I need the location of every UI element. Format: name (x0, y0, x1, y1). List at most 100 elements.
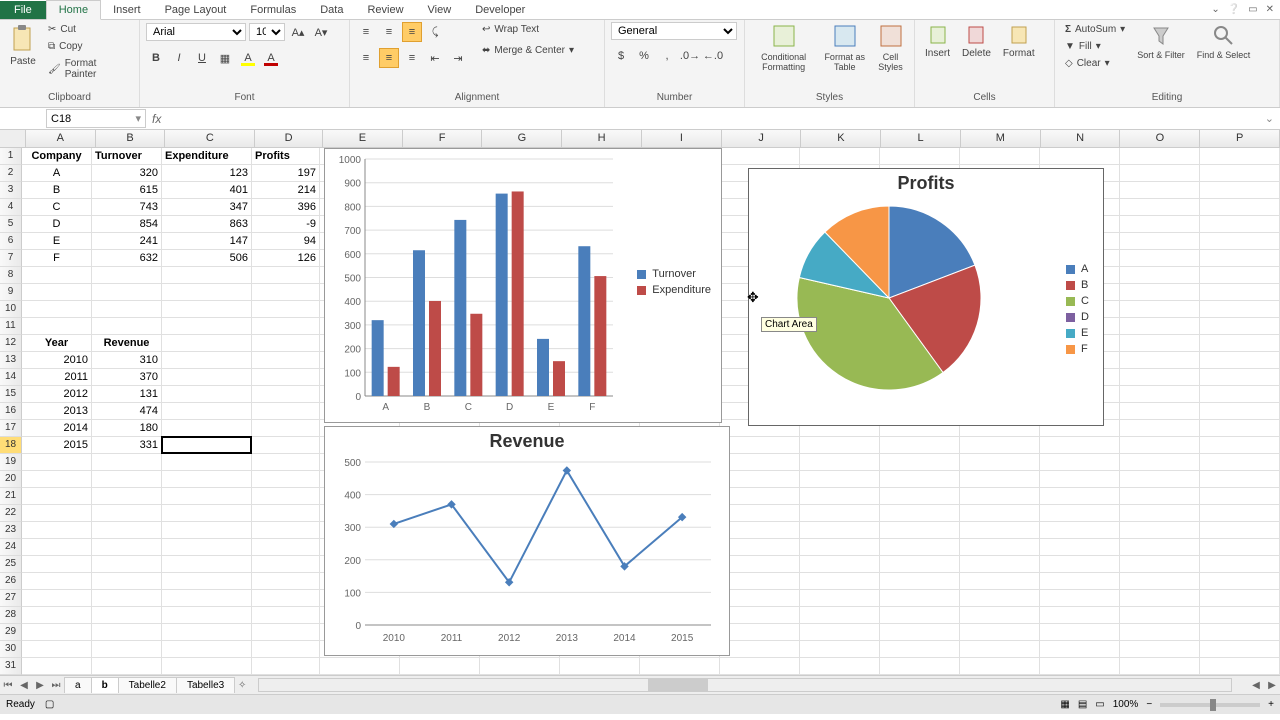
cell[interactable] (252, 505, 320, 522)
cell[interactable]: 632 (92, 250, 162, 267)
cell[interactable] (22, 471, 92, 488)
cell[interactable] (1200, 437, 1280, 454)
tab-page-layout[interactable]: Page Layout (153, 1, 239, 19)
cell[interactable]: B (22, 182, 92, 199)
cell[interactable] (22, 522, 92, 539)
cell[interactable] (720, 573, 800, 590)
cell[interactable] (162, 641, 252, 658)
cell[interactable] (1200, 539, 1280, 556)
cell[interactable] (1120, 403, 1200, 420)
cell[interactable] (92, 505, 162, 522)
cell[interactable] (960, 539, 1040, 556)
column-header[interactable]: N (1041, 130, 1121, 147)
cell[interactable] (1040, 505, 1120, 522)
column-header[interactable]: E (323, 130, 403, 147)
cell[interactable] (1120, 148, 1200, 165)
view-normal-icon[interactable]: ▦ (1060, 699, 1069, 710)
cell[interactable] (1040, 573, 1120, 590)
cell[interactable] (92, 267, 162, 284)
column-header[interactable]: P (1200, 130, 1280, 147)
cell[interactable] (960, 641, 1040, 658)
select-all-corner[interactable] (0, 130, 26, 147)
format-cells-button[interactable]: Format (999, 22, 1039, 61)
cell[interactable] (252, 454, 320, 471)
cell[interactable] (720, 454, 800, 471)
cell[interactable] (1120, 454, 1200, 471)
merge-center-button[interactable]: ⬌Merge & Center ▾ (478, 43, 578, 58)
cell[interactable] (1200, 641, 1280, 658)
cell[interactable] (880, 590, 960, 607)
name-box[interactable]: C18▾ (46, 109, 146, 128)
shrink-font-icon[interactable]: A▾ (311, 22, 331, 42)
cell[interactable] (880, 471, 960, 488)
cell[interactable] (880, 624, 960, 641)
cell[interactable] (960, 148, 1040, 165)
cell[interactable]: F (22, 250, 92, 267)
cell[interactable] (1200, 658, 1280, 675)
column-header[interactable]: O (1120, 130, 1200, 147)
cell[interactable] (1120, 607, 1200, 624)
cell[interactable] (92, 573, 162, 590)
window-close-icon[interactable]: ✕ (1266, 4, 1274, 15)
row-header[interactable]: 30 (0, 641, 22, 658)
format-painter-button[interactable]: 🖌Format Painter (44, 56, 133, 82)
cell[interactable] (880, 539, 960, 556)
cell[interactable] (1120, 590, 1200, 607)
sheet-tab[interactable]: b (91, 677, 119, 693)
row-header[interactable]: 31 (0, 658, 22, 675)
cell[interactable] (162, 403, 252, 420)
sheet-nav-first-icon[interactable]: ⏮ (0, 680, 16, 691)
cell[interactable]: 241 (92, 233, 162, 250)
cell[interactable] (320, 658, 400, 675)
cell[interactable] (880, 148, 960, 165)
cell[interactable] (960, 607, 1040, 624)
autosum-button[interactable]: Σ AutoSum ▾ (1061, 22, 1129, 37)
cell[interactable] (92, 641, 162, 658)
chart-line[interactable]: Revenue 01002003004005002010201120122013… (324, 426, 730, 656)
cell[interactable] (880, 488, 960, 505)
cell[interactable] (92, 522, 162, 539)
cell[interactable] (1120, 471, 1200, 488)
cell[interactable] (252, 403, 320, 420)
column-header[interactable]: I (642, 130, 722, 147)
cell[interactable] (252, 488, 320, 505)
cell[interactable]: -9 (252, 216, 320, 233)
cell[interactable] (92, 556, 162, 573)
view-page-break-icon[interactable]: ▭ (1095, 699, 1104, 710)
cell[interactable] (1120, 216, 1200, 233)
cell[interactable] (1200, 471, 1280, 488)
cell[interactable] (252, 624, 320, 641)
cell[interactable] (92, 607, 162, 624)
row-header[interactable]: 21 (0, 488, 22, 505)
cell[interactable] (252, 658, 320, 675)
cell[interactable] (252, 556, 320, 573)
sheet-tab[interactable]: a (64, 677, 92, 693)
new-sheet-icon[interactable]: ✧ (234, 680, 250, 691)
row-header[interactable]: 15 (0, 386, 22, 403)
cell[interactable]: 506 (162, 250, 252, 267)
view-page-layout-icon[interactable]: ▤ (1078, 699, 1087, 710)
cell[interactable]: 854 (92, 216, 162, 233)
cell[interactable] (252, 386, 320, 403)
cell[interactable] (1040, 437, 1120, 454)
cut-button[interactable]: ✂Cut (44, 22, 133, 37)
cell[interactable] (880, 556, 960, 573)
row-header[interactable]: 3 (0, 182, 22, 199)
cell[interactable] (252, 471, 320, 488)
tab-view[interactable]: View (416, 1, 464, 19)
cell[interactable]: 331 (92, 437, 162, 454)
borders-button[interactable]: ▦ (215, 48, 235, 68)
cell[interactable] (1120, 284, 1200, 301)
conditional-formatting-button[interactable]: Conditional Formatting (751, 22, 816, 74)
cell[interactable] (22, 505, 92, 522)
zoom-out-icon[interactable]: − (1146, 699, 1152, 710)
clear-button[interactable]: ◇ Clear ▾ (1061, 56, 1129, 71)
cell[interactable]: D (22, 216, 92, 233)
align-top-icon[interactable]: ≡ (356, 22, 376, 42)
cell[interactable]: Revenue (92, 335, 162, 352)
row-header[interactable]: 20 (0, 471, 22, 488)
cell[interactable] (22, 488, 92, 505)
cell[interactable] (800, 437, 880, 454)
row-header[interactable]: 26 (0, 573, 22, 590)
cell[interactable] (800, 454, 880, 471)
